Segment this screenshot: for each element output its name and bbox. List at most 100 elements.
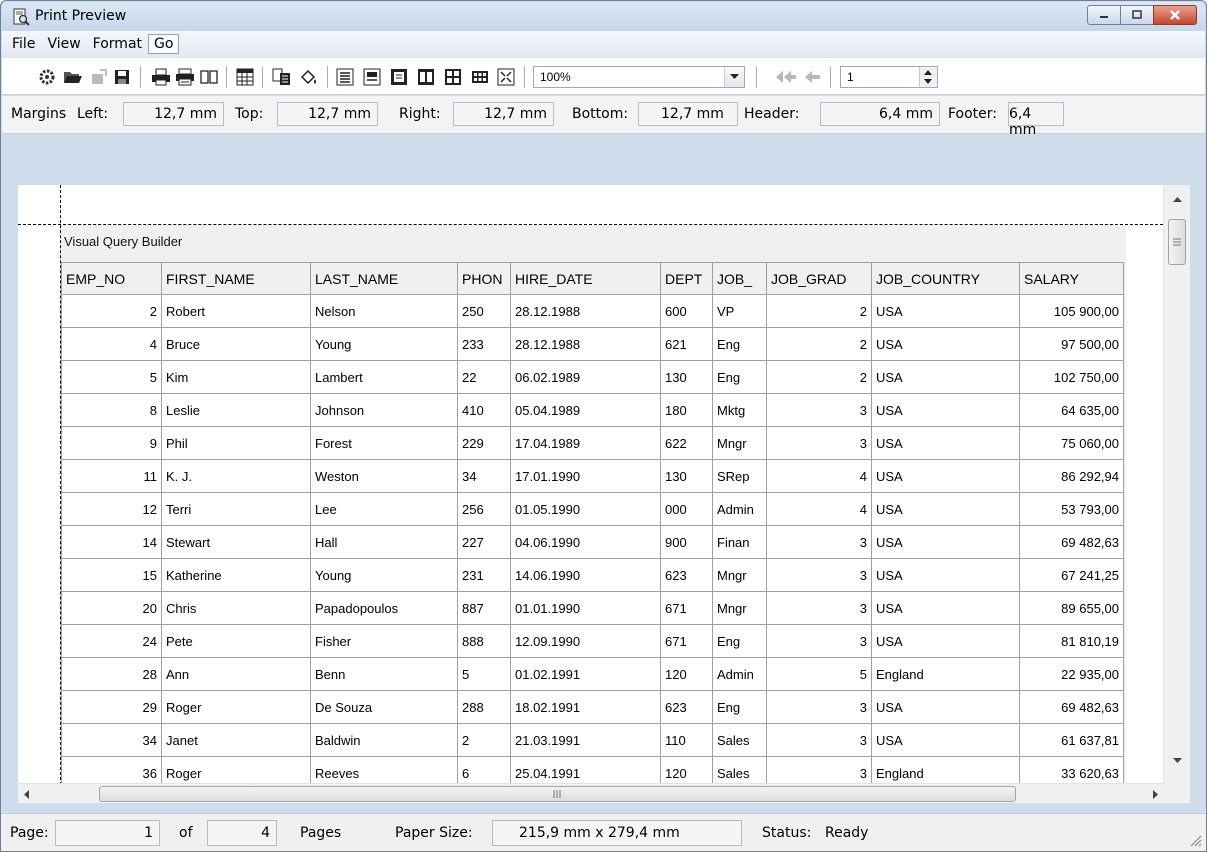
close-button[interactable] [1153, 5, 1197, 25]
table-cell: Forest [310, 426, 458, 460]
header-margin-label: Header: [744, 106, 800, 122]
status-bar: Page: 1 of 4 Pages Paper Size: 215,9 mm … [1, 813, 1206, 851]
scrollbar-corner [1163, 783, 1190, 803]
top-margin-label: Top: [235, 106, 264, 122]
table-cell: 18.02.1991 [510, 690, 661, 724]
table-cell: 233 [457, 327, 511, 361]
table-cell: 17.04.1989 [510, 426, 661, 460]
left-margin-label: Left: [77, 106, 109, 122]
minimize-button[interactable] [1087, 5, 1121, 25]
paper-size-field: 215,9 mm x 279,4 mm [492, 820, 742, 846]
table-cell: 86 292,94 [1019, 459, 1124, 493]
of-label: of [179, 825, 193, 841]
table-cell: 9 [61, 426, 162, 460]
column-header-job-grade: JOB_GRAD [766, 262, 872, 295]
menu-file[interactable]: File [6, 34, 41, 54]
settings-button[interactable] [37, 67, 57, 87]
settings-icon [39, 69, 55, 85]
footer-margin-field[interactable]: 6,4 mm [1008, 102, 1064, 138]
print-setup-button[interactable] [175, 67, 195, 87]
table-cell: 61 637,81 [1019, 723, 1124, 757]
scroll-down-icon[interactable] [1173, 758, 1182, 764]
table-cell: Young [310, 558, 458, 592]
table-cell: SRep [712, 459, 767, 493]
table-cell: 3 [766, 558, 872, 592]
page-spinner[interactable] [919, 67, 937, 87]
table-cell: Benn [310, 657, 458, 691]
table-cell: 04.06.1990 [510, 525, 661, 559]
table-cell: 17.01.1990 [510, 459, 661, 493]
book-button[interactable] [199, 67, 219, 87]
left-margin-field[interactable]: 12,7 mm [123, 102, 224, 126]
table-cell: 671 [660, 591, 713, 625]
text-view-button[interactable] [335, 67, 355, 87]
previous-page-button[interactable] [803, 67, 823, 87]
table-cell: 130 [660, 360, 713, 394]
toolbar-separator [524, 66, 525, 88]
header-margin-field[interactable]: 6,4 mm [820, 102, 940, 126]
grid-icon [236, 68, 254, 86]
table-cell: 14 [61, 525, 162, 559]
table-cell: 3 [766, 723, 872, 757]
table-cell: Roger [161, 690, 311, 724]
table-cell: 21.03.1991 [510, 723, 661, 757]
table-cell: USA [871, 525, 1020, 559]
menu-go[interactable]: Go [148, 34, 180, 54]
scroll-left-icon[interactable] [24, 790, 30, 799]
zoom-combobox[interactable]: 100% [533, 66, 745, 88]
scroll-up-icon[interactable] [1173, 197, 1182, 203]
zoom-dropdown-button[interactable] [724, 67, 744, 87]
table-cell: 06.02.1989 [510, 360, 661, 394]
resize-grip-icon[interactable] [1188, 833, 1202, 847]
table-cell: 53 793,00 [1019, 492, 1124, 526]
zoom-fit-button[interactable] [496, 67, 516, 87]
fill-button[interactable] [299, 67, 319, 87]
table-cell: 110 [660, 723, 713, 757]
previous-page-icon [805, 71, 820, 83]
scroll-right-icon[interactable] [1153, 790, 1159, 799]
bottom-margin-field[interactable]: 12,7 mm [638, 102, 738, 126]
print-button[interactable] [151, 67, 171, 87]
table-cell: England [871, 657, 1020, 691]
table-cell: 3 [766, 690, 872, 724]
four-pages-button[interactable] [443, 67, 463, 87]
vertical-scrollbar[interactable] [1163, 185, 1190, 783]
page-number-input[interactable]: 1 [840, 66, 938, 88]
one-page-button[interactable] [389, 67, 409, 87]
grid-button[interactable] [235, 67, 255, 87]
maximize-button[interactable] [1120, 5, 1154, 25]
save-button[interactable] [112, 67, 132, 87]
vertical-scroll-thumb[interactable] [1168, 219, 1186, 265]
text-icon [336, 68, 354, 86]
table-row: 24 Pete Fisher 888 12.09.1990 671 Eng 3 USA 81 81… [61, 624, 1124, 658]
table-cell: Sales [712, 723, 767, 757]
table-cell: Baldwin [310, 723, 458, 757]
title-bar[interactable]: Print Preview [2, 2, 1205, 31]
two-pages-button[interactable] [416, 67, 436, 87]
top-margin-field[interactable]: 12,7 mm [277, 102, 378, 126]
horizontal-scrollbar[interactable] [18, 783, 1163, 803]
table-cell: USA [871, 426, 1020, 460]
table-cell: USA [871, 459, 1020, 493]
toolbar: 100% 1 [2, 57, 1205, 95]
header-button[interactable] [362, 67, 382, 87]
table-cell: 01.01.1990 [510, 591, 661, 625]
table-cell: 28 [61, 657, 162, 691]
table-cell: 64 635,00 [1019, 393, 1124, 427]
page-label: Page: [10, 825, 49, 841]
header-icon [363, 68, 381, 86]
copy-button[interactable] [272, 67, 292, 87]
many-pages-button[interactable] [470, 67, 490, 87]
menu-format[interactable]: Format [87, 34, 148, 54]
table-cell: 120 [660, 657, 713, 691]
table-cell: 22 935,00 [1019, 657, 1124, 691]
column-header-emp-no: EMP_NO [61, 262, 162, 295]
open-button[interactable] [63, 67, 83, 87]
menu-view[interactable]: View [41, 34, 86, 54]
table-cell: 05.04.1989 [510, 393, 661, 427]
horizontal-scroll-thumb[interactable] [99, 786, 1016, 802]
table-cell: Weston [310, 459, 458, 493]
export-button[interactable] [89, 67, 109, 87]
first-page-button[interactable] [774, 67, 798, 87]
right-margin-field[interactable]: 12,7 mm [453, 102, 554, 126]
